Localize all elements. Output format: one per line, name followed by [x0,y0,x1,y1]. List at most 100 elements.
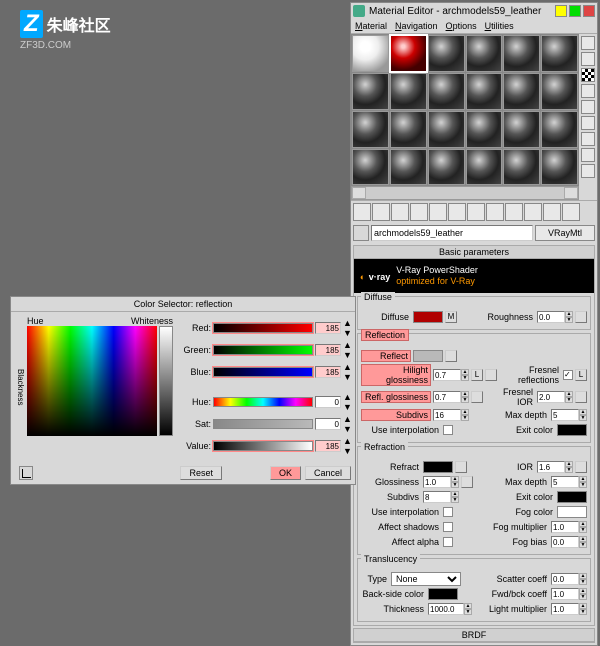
refl-maxdepth-input[interactable] [551,409,579,421]
ior-map-button[interactable] [575,461,587,473]
blue-slider[interactable] [213,367,313,377]
fog-bias-input[interactable] [551,536,579,548]
hue-saturation-field[interactable] [27,326,157,436]
make-unique-icon[interactable] [448,203,466,221]
select-by-material-icon[interactable] [581,148,595,162]
refr-gloss-map-button[interactable] [461,476,473,488]
backside-color-swatch[interactable] [428,588,458,600]
material-slot[interactable] [466,149,503,186]
material-id-icon[interactable] [486,203,504,221]
pick-material-icon[interactable] [353,225,369,241]
refr-exit-color-swatch[interactable] [557,491,587,503]
hue-input[interactable] [315,396,341,408]
reset-button[interactable]: Reset [180,466,222,480]
material-slot[interactable] [352,149,389,186]
scatter-input[interactable] [551,573,579,585]
fresnel-lock-button[interactable]: L [575,369,587,381]
diffuse-color-swatch[interactable] [413,311,443,323]
refl-glossiness-input[interactable] [433,391,461,403]
cancel-button[interactable]: Cancel [305,466,351,480]
affect-shadows-checkbox[interactable] [443,522,453,532]
material-type-button[interactable]: VRayMtl [535,225,595,241]
backlight-icon[interactable] [581,52,595,66]
put-to-library-icon[interactable] [467,203,485,221]
rollup-basic-parameters[interactable]: Basic parameters [354,246,594,259]
value-slider[interactable] [213,441,313,451]
material-slot[interactable] [428,149,465,186]
rollup-brdf[interactable]: BRDF [354,629,594,642]
slot-scrollbar[interactable] [351,186,579,200]
minimize-button[interactable] [555,5,567,17]
roughness-input[interactable] [537,311,565,323]
material-name-input[interactable] [371,225,533,241]
sample-type-icon[interactable] [581,36,595,50]
material-slot[interactable] [541,149,578,186]
ior-input[interactable] [537,461,565,473]
material-map-navigator-icon[interactable] [581,164,595,178]
maximize-button[interactable] [569,5,581,17]
go-to-parent-icon[interactable] [543,203,561,221]
whiteness-slider[interactable] [159,326,173,436]
material-slot[interactable] [352,35,389,72]
material-slot[interactable] [503,35,540,72]
sat-input[interactable] [315,418,341,430]
blue-input[interactable] [315,366,341,378]
make-copy-icon[interactable] [429,203,447,221]
menu-utilities[interactable]: Utilities [485,21,514,31]
fwdbck-input[interactable] [551,588,579,600]
color-selector-title[interactable]: Color Selector: reflection [11,297,355,312]
material-slot[interactable] [352,73,389,110]
green-input[interactable] [315,344,341,356]
hilight-glossiness-input[interactable] [433,369,461,381]
refl-interp-checkbox[interactable] [443,425,453,435]
material-slot[interactable] [390,73,427,110]
refl-exit-color-swatch[interactable] [557,424,587,436]
refr-subdivs-input[interactable] [423,491,451,503]
material-slot-selected[interactable] [390,35,427,72]
menu-material[interactable]: MMaterialaterial [355,21,387,31]
value-input[interactable] [315,440,341,452]
go-forward-icon[interactable] [562,203,580,221]
material-slot[interactable] [466,111,503,148]
refr-maxdepth-input[interactable] [551,476,579,488]
light-mult-input[interactable] [551,603,579,615]
reflect-color-swatch[interactable] [413,350,443,362]
refr-gloss-input[interactable] [423,476,451,488]
eyedropper-icon[interactable] [19,466,33,480]
material-slot[interactable] [390,111,427,148]
fresnel-checkbox[interactable] [563,370,573,380]
show-end-result-icon[interactable] [524,203,542,221]
get-material-icon[interactable] [353,203,371,221]
diffuse-map-button[interactable]: M [445,311,457,323]
fog-color-swatch[interactable] [557,506,587,518]
fresnel-ior-map-button[interactable] [575,391,587,403]
material-slot[interactable] [466,73,503,110]
material-slot[interactable] [541,111,578,148]
hue-slider[interactable] [213,397,313,407]
reset-map-icon[interactable] [410,203,428,221]
refract-map-button[interactable] [455,461,467,473]
sat-slider[interactable] [213,419,313,429]
refl-gloss-map-button[interactable] [471,391,483,403]
put-to-scene-icon[interactable] [372,203,390,221]
translucency-type-select[interactable]: None [391,572,461,586]
fog-mult-input[interactable] [551,521,579,533]
scroll-right-icon[interactable] [564,187,578,199]
reflect-map-button[interactable] [445,350,457,362]
hilight-map-button[interactable] [485,369,497,381]
roughness-map-button[interactable] [575,311,587,323]
hilight-lock-button[interactable]: L [471,369,483,381]
fresnel-ior-input[interactable] [537,391,565,403]
refr-interp-checkbox[interactable] [443,507,453,517]
sample-uv-icon[interactable] [581,84,595,98]
scroll-left-icon[interactable] [352,187,366,199]
material-slot[interactable] [503,149,540,186]
affect-alpha-checkbox[interactable] [443,537,453,547]
assign-to-selection-icon[interactable] [391,203,409,221]
material-slot[interactable] [541,35,578,72]
material-slot[interactable] [352,111,389,148]
red-input[interactable] [315,322,341,334]
make-preview-icon[interactable] [581,116,595,130]
material-slot[interactable] [466,35,503,72]
show-in-viewport-icon[interactable] [505,203,523,221]
